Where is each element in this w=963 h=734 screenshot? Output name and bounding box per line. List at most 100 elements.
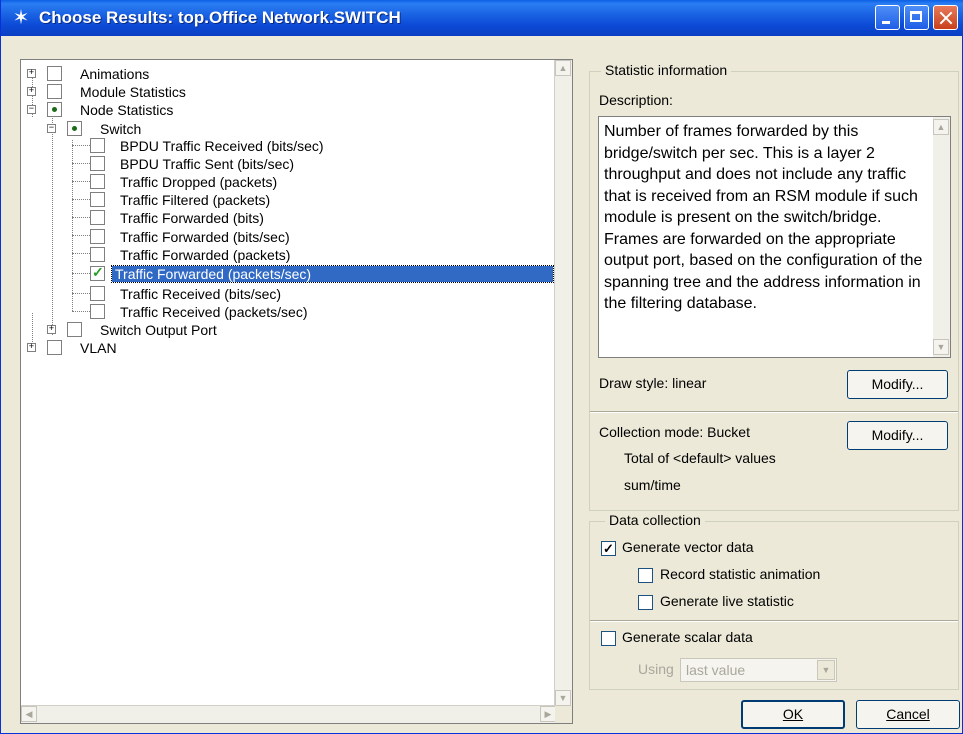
expand-icon[interactable]: + xyxy=(47,325,56,334)
tree-item-traffic-received-packets-sec[interactable]: Traffic Received (packets/sec) xyxy=(90,304,510,320)
tree-item-label: Traffic Filtered (packets) xyxy=(120,192,271,208)
ok-button-label: OK xyxy=(782,706,804,722)
using-select[interactable]: last value ▼ xyxy=(680,658,837,682)
tree-item-switch-output-port[interactable]: + Switch Output Port xyxy=(47,322,297,338)
generate-vector-label: Generate vector data xyxy=(622,539,754,555)
draw-style-text: Draw style: linear xyxy=(599,375,707,391)
tree-item-bpdu-sent[interactable]: BPDU Traffic Sent (bits/sec) xyxy=(90,156,510,172)
minimize-button[interactable] xyxy=(875,5,900,30)
record-animation-checkbox[interactable] xyxy=(638,568,653,583)
data-collection-title: Data collection xyxy=(605,512,705,528)
modify-draw-style-button[interactable]: Modify... xyxy=(847,370,948,399)
tree-item-traffic-forwarded-bits-sec[interactable]: Traffic Forwarded (bits/sec) xyxy=(90,229,510,245)
tree-item-label: Switch Output Port xyxy=(100,322,217,338)
tree-item-label: BPDU Traffic Sent (bits/sec) xyxy=(120,156,295,172)
tree-item-label: Animations xyxy=(80,66,150,82)
tree-item-label: VLAN xyxy=(80,340,117,356)
scrollbar-corner xyxy=(555,706,572,723)
tree-item-label: Module Statistics xyxy=(80,84,186,100)
tree-item-label: Traffic Dropped (packets) xyxy=(120,174,278,190)
tree-item-label: Traffic Received (bits/sec) xyxy=(120,286,282,302)
generate-vector-checkbox[interactable]: ✓ xyxy=(601,541,616,556)
generate-live-label: Generate live statistic xyxy=(660,593,794,609)
generate-scalar-checkbox[interactable] xyxy=(601,631,616,646)
tree-checkbox[interactable] xyxy=(90,304,105,319)
close-button[interactable] xyxy=(933,5,958,30)
tree-item-label: BPDU Traffic Received (bits/sec) xyxy=(120,138,324,154)
tree-checkbox[interactable] xyxy=(90,247,105,262)
tree-item-label-selected: Traffic Forwarded (packets/sec) xyxy=(111,265,554,283)
title-bar[interactable]: ✶ Choose Results: top.Office Network.SWI… xyxy=(1,0,963,36)
tree-item-node-statistics[interactable]: − Node Statistics xyxy=(27,102,227,118)
tree-horizontal-scrollbar[interactable]: ◀ ▶ xyxy=(21,705,556,723)
tree-item-module-statistics[interactable]: + Module Statistics xyxy=(27,84,227,100)
tree-item-label: Switch xyxy=(100,121,142,137)
tree-item-traffic-filtered[interactable]: Traffic Filtered (packets) xyxy=(90,192,510,208)
tree-item-label: Traffic Forwarded (packets) xyxy=(120,247,291,263)
tree-checkbox[interactable] xyxy=(90,174,105,189)
tree-item-traffic-forwarded-packets[interactable]: Traffic Forwarded (packets) xyxy=(90,247,510,263)
description-textbox[interactable]: Number of frames forwarded by this bridg… xyxy=(598,116,951,358)
scroll-right-arrow-icon[interactable]: ▶ xyxy=(540,706,556,722)
tree-item-vlan[interactable]: + VLAN xyxy=(27,340,227,356)
separator xyxy=(590,620,958,622)
using-label: Using xyxy=(638,661,674,677)
tree-checkbox[interactable] xyxy=(90,286,105,301)
using-select-value: last value xyxy=(686,662,746,678)
tree-checkbox[interactable] xyxy=(90,156,105,171)
scroll-down-arrow-icon[interactable]: ▼ xyxy=(555,690,571,706)
window-title: Choose Results: top.Office Network.SWITC… xyxy=(39,8,401,27)
tree-item-traffic-forwarded-packets-sec[interactable]: ✓ Traffic Forwarded (packets/sec) xyxy=(90,264,560,283)
tree-checkbox[interactable] xyxy=(90,138,105,153)
tree-checkbox-partial[interactable] xyxy=(47,102,62,117)
tree-item-label: Traffic Received (packets/sec) xyxy=(120,304,308,320)
statistics-tree[interactable]: + Animations + Module Statistics − Node … xyxy=(20,59,573,724)
checkmark-icon: ✓ xyxy=(92,264,104,280)
scroll-up-arrow-icon[interactable]: ▲ xyxy=(933,119,949,135)
total-of-values-text: Total of <default> values xyxy=(624,450,776,466)
collapse-icon[interactable]: − xyxy=(47,124,56,133)
tree-checkbox[interactable] xyxy=(47,340,62,355)
tree-checkbox[interactable] xyxy=(90,210,105,225)
tree-item-traffic-received-bits-sec[interactable]: Traffic Received (bits/sec) xyxy=(90,286,510,302)
ok-button[interactable]: OK xyxy=(741,700,845,729)
tree-item-animations[interactable]: + Animations xyxy=(27,66,227,82)
tree-item-switch[interactable]: − Switch xyxy=(47,121,247,137)
statistic-information-title: Statistic information xyxy=(601,62,732,78)
collapse-icon[interactable]: − xyxy=(27,105,36,114)
cancel-button[interactable]: Cancel xyxy=(856,700,960,729)
tree-item-traffic-dropped[interactable]: Traffic Dropped (packets) xyxy=(90,174,510,190)
tree-checkbox[interactable] xyxy=(47,84,62,99)
scroll-up-arrow-icon[interactable]: ▲ xyxy=(555,60,571,76)
description-text: Number of frames forwarded by this bridg… xyxy=(604,123,923,312)
app-star-icon: ✶ xyxy=(12,7,30,29)
expand-icon[interactable]: + xyxy=(27,87,36,96)
tree-item-traffic-forwarded-bits[interactable]: Traffic Forwarded (bits) xyxy=(90,210,510,226)
expand-icon[interactable]: + xyxy=(27,343,36,352)
sum-time-text: sum/time xyxy=(624,477,681,493)
tree-item-bpdu-received[interactable]: BPDU Traffic Received (bits/sec) xyxy=(90,138,510,154)
description-scrollbar[interactable]: ▲ ▼ xyxy=(933,117,950,357)
tree-checkbox[interactable] xyxy=(47,66,62,81)
expand-icon[interactable]: + xyxy=(27,69,36,78)
scroll-down-arrow-icon[interactable]: ▼ xyxy=(933,339,949,355)
tree-vertical-scrollbar[interactable]: ▲ ▼ xyxy=(554,60,572,706)
maximize-button[interactable] xyxy=(904,5,929,30)
tree-item-label: Traffic Forwarded (bits/sec) xyxy=(120,229,290,245)
scroll-left-arrow-icon[interactable]: ◀ xyxy=(21,706,37,722)
tree-checkbox-partial[interactable] xyxy=(67,121,82,136)
generate-scalar-label: Generate scalar data xyxy=(622,629,753,645)
choose-results-dialog: ✶ Choose Results: top.Office Network.SWI… xyxy=(0,0,963,734)
collection-mode-text: Collection mode: Bucket xyxy=(599,424,750,440)
tree-checkbox[interactable] xyxy=(90,229,105,244)
tree-checkbox-checked[interactable]: ✓ xyxy=(90,264,105,281)
cancel-button-label: Cancel xyxy=(886,706,930,722)
tree-item-label: Node Statistics xyxy=(80,102,174,118)
modify-collection-mode-button[interactable]: Modify... xyxy=(847,421,948,450)
tree-checkbox[interactable] xyxy=(67,322,82,337)
chevron-down-icon[interactable]: ▼ xyxy=(817,660,835,680)
tree-item-label: Traffic Forwarded (bits) xyxy=(120,210,264,226)
generate-live-checkbox[interactable] xyxy=(638,595,653,610)
tree-checkbox[interactable] xyxy=(90,192,105,207)
description-label: Description: xyxy=(599,92,673,108)
